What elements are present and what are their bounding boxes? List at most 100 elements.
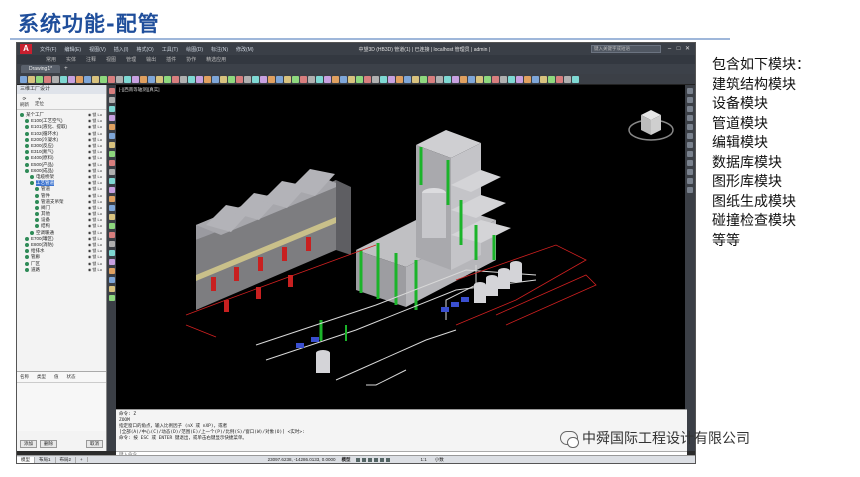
tool-icon[interactable]: [687, 88, 693, 94]
tool-icon[interactable]: [108, 88, 115, 94]
menu-item-tools[interactable]: 工具(T): [162, 46, 178, 53]
toolbar-button-icon[interactable]: [84, 75, 91, 83]
tool-icon[interactable]: [108, 187, 115, 193]
menu-item-edit[interactable]: 编辑(E): [64, 46, 81, 53]
minimize-icon[interactable]: –: [665, 45, 674, 53]
tool-icon[interactable]: [687, 151, 693, 157]
visibility-icon[interactable]: ◉ 锁 Lu: [88, 168, 102, 174]
toolbar-button-icon[interactable]: [76, 75, 83, 83]
visibility-icon[interactable]: ◉ 锁 Lu: [88, 254, 102, 260]
visibility-icon[interactable]: ◉ 锁 Lu: [88, 267, 102, 273]
toolbar-button-icon[interactable]: [108, 75, 115, 83]
toolbar-button-icon[interactable]: [564, 75, 571, 83]
tool-icon[interactable]: [108, 241, 115, 247]
menu-item-format[interactable]: 格式(O): [136, 46, 153, 53]
tool-icon[interactable]: [108, 214, 115, 220]
tool-icon[interactable]: [687, 178, 693, 184]
visibility-icon[interactable]: ◉ 锁 Lu: [88, 131, 102, 137]
tool-icon[interactable]: [108, 169, 115, 175]
polar-icon[interactable]: [374, 457, 379, 462]
visibility-icon[interactable]: ◉ 锁 Lu: [88, 230, 102, 236]
toolbar-button-icon[interactable]: [308, 75, 315, 83]
toolbar-button-icon[interactable]: [44, 75, 51, 83]
view-cube[interactable]: [628, 110, 674, 141]
toolbar-button-icon[interactable]: [244, 75, 251, 83]
toolbar-button-icon[interactable]: [180, 75, 187, 83]
toolbar-button-icon[interactable]: [276, 75, 283, 83]
toolbar-button-icon[interactable]: [332, 75, 339, 83]
tool-icon[interactable]: [108, 97, 115, 103]
tool-icon[interactable]: [108, 142, 115, 148]
toolbar-button-icon[interactable]: [20, 75, 27, 83]
toolbar-button-icon[interactable]: [212, 75, 219, 83]
tool-icon[interactable]: [687, 169, 693, 175]
tool-icon[interactable]: [108, 115, 115, 121]
toolbar-button-icon[interactable]: [444, 75, 451, 83]
grid-icon[interactable]: [356, 457, 361, 462]
toolbar-button-icon[interactable]: [188, 75, 195, 83]
toolbar-button-icon[interactable]: [204, 75, 211, 83]
refresh-button[interactable]: ⟳ 刷新: [20, 96, 29, 108]
tool-icon[interactable]: [687, 124, 693, 130]
toolbar-button-icon[interactable]: [140, 75, 147, 83]
tab-layout1[interactable]: 布局1: [35, 456, 56, 463]
toolbar-button-icon[interactable]: [396, 75, 403, 83]
toolbar-button-icon[interactable]: [452, 75, 459, 83]
tab-collaborate[interactable]: 协作: [186, 56, 196, 63]
visibility-icon[interactable]: ◉ 锁 Lu: [88, 223, 102, 229]
toolbar-button-icon[interactable]: [292, 75, 299, 83]
menu-item-dimension[interactable]: 标注(N): [211, 46, 228, 53]
menu-item-view[interactable]: 视图(V): [89, 46, 106, 53]
snap-icon[interactable]: [362, 457, 367, 462]
toolbar-button-icon[interactable]: [548, 75, 555, 83]
toolbar-button-icon[interactable]: [380, 75, 387, 83]
toolbar-button-icon[interactable]: [52, 75, 59, 83]
toolbar-button-icon[interactable]: [404, 75, 411, 83]
tool-icon[interactable]: [108, 223, 115, 229]
toolbar-button-icon[interactable]: [300, 75, 307, 83]
menu-item-file[interactable]: 文件(F): [40, 46, 56, 53]
toolbar-button-icon[interactable]: [460, 75, 467, 83]
toolbar-button-icon[interactable]: [356, 75, 363, 83]
tool-icon[interactable]: [108, 232, 115, 238]
toolbar-button-icon[interactable]: [436, 75, 443, 83]
tool-icon[interactable]: [687, 97, 693, 103]
search-input[interactable]: 键入关键字或短语: [591, 45, 661, 53]
toolbar-button-icon[interactable]: [220, 75, 227, 83]
tool-icon[interactable]: [687, 142, 693, 148]
tool-icon[interactable]: [108, 178, 115, 184]
tab-view[interactable]: 视图: [106, 56, 116, 63]
toolbar-button-icon[interactable]: [36, 75, 43, 83]
visibility-icon[interactable]: ◉ 锁 Lu: [88, 261, 102, 267]
visibility-icon[interactable]: ◉ 锁 Lu: [88, 155, 102, 161]
visibility-icon[interactable]: ◉ 锁 Lu: [88, 199, 102, 205]
toolbar-button-icon[interactable]: [372, 75, 379, 83]
toolbar-button-icon[interactable]: [260, 75, 267, 83]
toolbar-button-icon[interactable]: [540, 75, 547, 83]
menu-item-draw[interactable]: 绘图(D): [186, 46, 203, 53]
osnap-icon[interactable]: [380, 457, 385, 462]
tab-drawing1[interactable]: Drawing1*: [21, 65, 61, 73]
cancel-button[interactable]: 取消: [86, 440, 103, 448]
tool-icon[interactable]: [108, 124, 115, 130]
toolbar-button-icon[interactable]: [468, 75, 475, 83]
tool-icon[interactable]: [108, 286, 115, 292]
toolbar-button-icon[interactable]: [236, 75, 243, 83]
tab-home[interactable]: 常用: [46, 56, 56, 63]
toolbar-button-icon[interactable]: [476, 75, 483, 83]
toolbar-button-icon[interactable]: [428, 75, 435, 83]
tree-item[interactable]: 道路 ◉ 锁 Lu: [20, 267, 106, 273]
toolbar-button-icon[interactable]: [164, 75, 171, 83]
toolbar-button-icon[interactable]: [100, 75, 107, 83]
tab-output[interactable]: 输出: [146, 56, 156, 63]
tool-icon[interactable]: [108, 277, 115, 283]
locate-button[interactable]: ⌖ 定位: [35, 96, 44, 107]
tab-solid[interactable]: 实体: [66, 56, 76, 63]
toolbar-button-icon[interactable]: [500, 75, 507, 83]
visibility-icon[interactable]: ◉ 锁 Lu: [88, 124, 102, 130]
toolbar-button-icon[interactable]: [68, 75, 75, 83]
tab-model[interactable]: 模型: [17, 456, 35, 463]
toolbar-button-icon[interactable]: [324, 75, 331, 83]
new-tab-icon[interactable]: +: [64, 66, 68, 72]
toolbar-button-icon[interactable]: [148, 75, 155, 83]
